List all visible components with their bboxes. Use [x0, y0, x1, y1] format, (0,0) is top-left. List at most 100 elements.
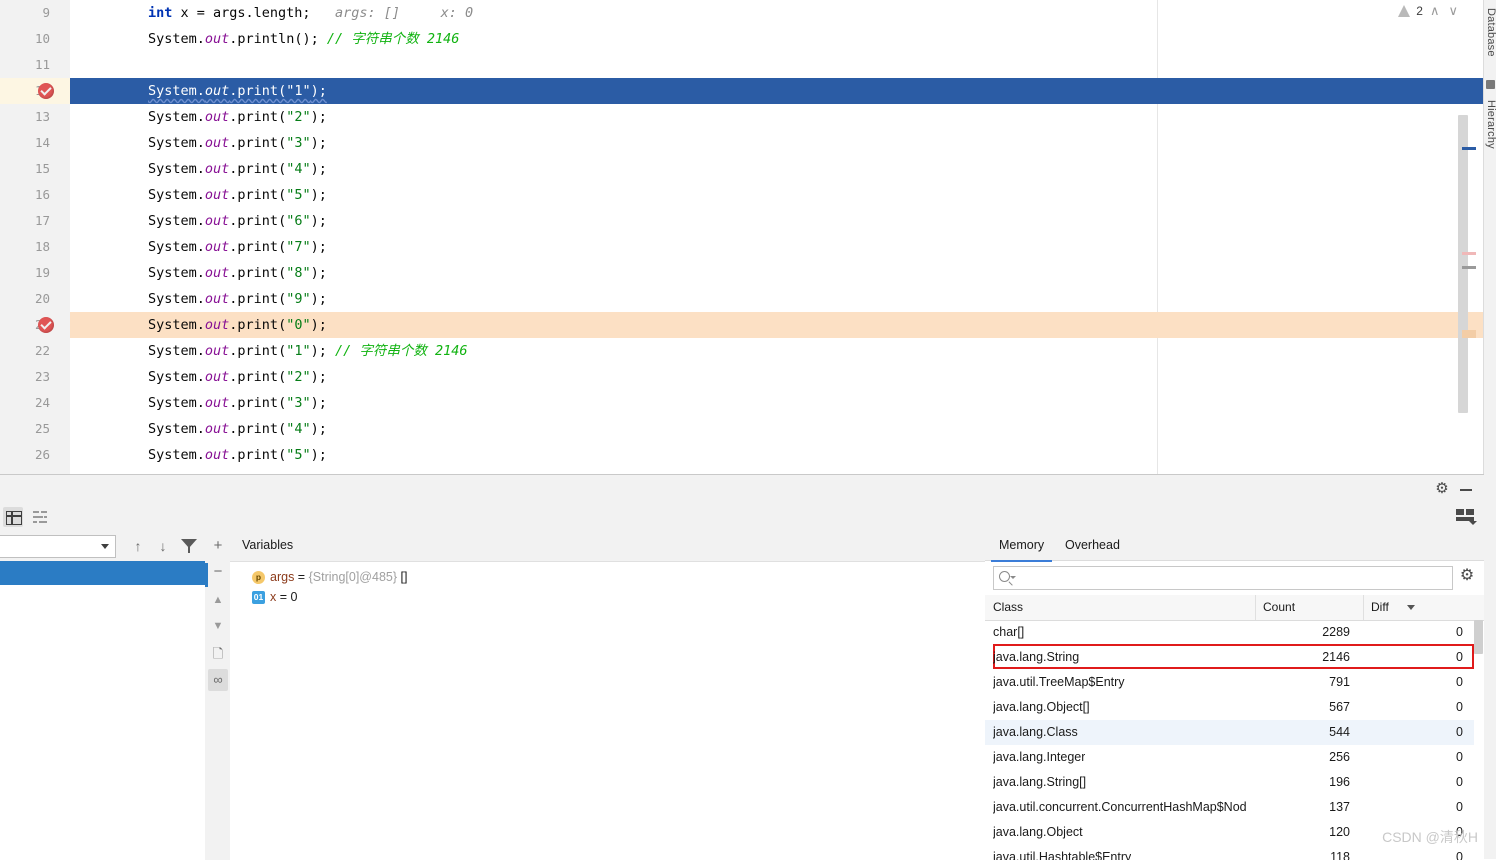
breakpoint-icon[interactable] — [38, 83, 54, 99]
memory-scrollbar-thumb[interactable] — [1474, 620, 1483, 654]
variable-name: args — [270, 570, 295, 584]
column-divider[interactable] — [1255, 595, 1256, 620]
scrollbar-marker-exec — [1462, 330, 1476, 338]
chevron-down-icon[interactable]: ∨ — [1446, 3, 1460, 19]
chevron-up-icon[interactable]: ∧ — [1428, 3, 1442, 19]
gear-icon[interactable]: ⚙ — [1434, 481, 1450, 497]
cell-diff: 0 — [1456, 700, 1463, 714]
hierarchy-icon — [1486, 80, 1495, 89]
editor-line[interactable]: 18 System.out.print("7"); — [0, 234, 1484, 260]
editor-line[interactable]: 17 System.out.print("6"); — [0, 208, 1484, 234]
tab-memory[interactable]: Memory — [991, 531, 1053, 562]
minimize-icon[interactable] — [1458, 481, 1474, 497]
memory-pane[interactable]: Memory Overhead ⚙ Class Count Diff char[… — [985, 531, 1484, 860]
editor-line[interactable]: 15 System.out.print("4"); — [0, 156, 1484, 182]
cell-count: 2146 — [1322, 650, 1350, 664]
editor-line[interactable]: 9 int x = args.length; args: [] x: 0 — [0, 0, 1484, 26]
editor-line[interactable]: 25 System.out.print("4"); — [0, 416, 1484, 442]
line-text: int x = args.length; args: [] x: 0 — [148, 5, 474, 21]
editor-line[interactable]: 13 System.out.print("2"); — [0, 104, 1484, 130]
watches-icon[interactable]: ∞ — [208, 669, 228, 691]
variable-row[interactable]: 01 x = 0 — [252, 587, 297, 607]
layout-settings-icon[interactable] — [30, 507, 50, 527]
cell-class: java.lang.String — [993, 650, 1080, 664]
table-row[interactable]: java.lang.String 2146 0 — [985, 644, 1474, 670]
right-tool-window-bar[interactable]: Database Hierarchy — [1483, 0, 1496, 859]
table-row[interactable]: java.util.Hashtable$Entry 118 0 — [985, 845, 1474, 860]
table-row[interactable]: java.lang.Class 544 0 — [985, 720, 1474, 745]
table-row[interactable]: java.lang.Object[] 567 0 — [985, 695, 1474, 720]
table-row[interactable]: java.util.concurrent.ConcurrentHashMap$N… — [985, 795, 1474, 820]
warning-triangle-icon — [1398, 5, 1411, 17]
column-header-class[interactable]: Class — [993, 600, 1023, 614]
cell-count: 137 — [1329, 800, 1350, 814]
scrollbar-marker-selection — [1462, 147, 1476, 150]
editor-line[interactable]: 19 System.out.print("8"); — [0, 260, 1484, 286]
tab-overhead[interactable]: Overhead — [1057, 531, 1128, 560]
cell-class: java.lang.Object — [993, 825, 1083, 839]
table-row[interactable]: java.lang.Integer 256 0 — [985, 745, 1474, 770]
move-up-button[interactable]: ▲ — [208, 589, 228, 611]
column-header-diff[interactable]: Diff — [1371, 600, 1389, 614]
memory-settings-gear-icon[interactable]: ⚙ — [1458, 567, 1476, 585]
table-row[interactable]: char[] 2289 0 — [985, 620, 1474, 645]
editor-line[interactable]: 21System.out.print("0"); — [0, 312, 1484, 338]
cell-count: 256 — [1329, 750, 1350, 764]
frame-down-button[interactable]: ↓ — [155, 538, 171, 554]
frame-list-item[interactable] — [0, 561, 205, 585]
column-header-count[interactable]: Count — [1263, 600, 1295, 614]
add-watch-button[interactable]: + — [208, 535, 228, 557]
line-number: 20 — [34, 291, 50, 306]
editor-line[interactable]: 14 System.out.print("3"); — [0, 130, 1484, 156]
code-editor[interactable]: 9 int x = args.length; args: [] x: 0 10 Sys… — [0, 0, 1484, 474]
editor-line[interactable]: 22 System.out.print("1"); // 字符串个数 2146 — [0, 338, 1484, 364]
editor-line[interactable]: 11 — [0, 52, 1484, 78]
table-row[interactable]: java.util.TreeMap$Entry 791 0 — [985, 670, 1474, 695]
cell-class: java.lang.Object[] — [993, 700, 1090, 714]
frames-pane[interactable]: ↑ ↓ — [0, 531, 206, 860]
editor-line[interactable]: 26 System.out.print("5"); — [0, 442, 1484, 468]
variable-value: {String[0]@485} — [308, 570, 398, 584]
line-text: System.out.print("8"); — [148, 265, 327, 281]
frame-up-button[interactable]: ↑ — [130, 538, 146, 554]
remove-watch-button[interactable]: − — [208, 561, 228, 583]
watches-toolbar: + − ▲ ▼ 🗋 ∞ — [205, 531, 231, 860]
scrollbar-marker-error — [1462, 252, 1476, 255]
line-text: System.out.print("5"); — [148, 187, 327, 203]
debugger-tab-icon[interactable] — [3, 507, 23, 527]
editor-line[interactable]: 20 System.out.print("9"); — [0, 286, 1484, 312]
editor-scrollbar-track[interactable] — [1458, 0, 1476, 474]
move-down-button[interactable]: ▼ — [208, 615, 228, 637]
variables-pane[interactable]: Variables p args = {String[0]@485} [] 01 x … — [230, 531, 986, 860]
cell-class: java.lang.Class — [993, 725, 1078, 739]
cell-count: 2289 — [1322, 625, 1350, 639]
editor-line[interactable]: 12System.out.print("1"); — [0, 78, 1484, 104]
tool-tab-database[interactable]: Database — [1485, 4, 1496, 61]
variable-row[interactable]: p args = {String[0]@485} [] — [252, 567, 407, 587]
line-number: 25 — [34, 421, 50, 436]
filter-icon[interactable] — [181, 539, 197, 553]
layout-toggle-icon[interactable] — [1456, 509, 1477, 525]
line-number: 26 — [34, 447, 50, 462]
column-divider[interactable] — [1363, 595, 1364, 620]
editor-warning-widget[interactable]: 2 ∧ ∨ — [1398, 3, 1460, 19]
cell-class: java.util.TreeMap$Entry — [993, 675, 1125, 689]
line-text: System.out.print("7"); — [148, 239, 327, 255]
memory-search-input[interactable] — [993, 566, 1453, 590]
cell-count: 544 — [1329, 725, 1350, 739]
thread-select[interactable] — [0, 535, 116, 558]
copy-icon[interactable]: 🗋 — [208, 643, 228, 665]
table-row[interactable]: java.lang.String[] 196 0 — [985, 770, 1474, 795]
line-text: System.out.println(); // 字符串个数 2146 — [148, 31, 460, 47]
breakpoint-icon[interactable] — [38, 317, 54, 333]
memory-table-body[interactable]: char[] 2289 0 java.lang.String 2146 0 java.uti… — [985, 620, 1484, 860]
editor-line[interactable]: 24 System.out.print("3"); — [0, 390, 1484, 416]
editor-scrollbar-thumb[interactable] — [1458, 115, 1468, 413]
ide-window: 9 int x = args.length; args: [] x: 0 10 Sys… — [0, 0, 1496, 860]
editor-line[interactable]: 10 System.out.println(); // 字符串个数 2146 — [0, 26, 1484, 52]
tool-tab-hierarchy[interactable]: Hierarchy — [1485, 96, 1496, 153]
chevron-down-icon — [101, 544, 109, 549]
debug-tool-window: ⚙ ↑ ↓ + − ▲ ▼ 🗋 ∞ Variables p args = {St… — [0, 474, 1484, 860]
editor-line[interactable]: 16 System.out.print("5"); — [0, 182, 1484, 208]
editor-line[interactable]: 23 System.out.print("2"); — [0, 364, 1484, 390]
